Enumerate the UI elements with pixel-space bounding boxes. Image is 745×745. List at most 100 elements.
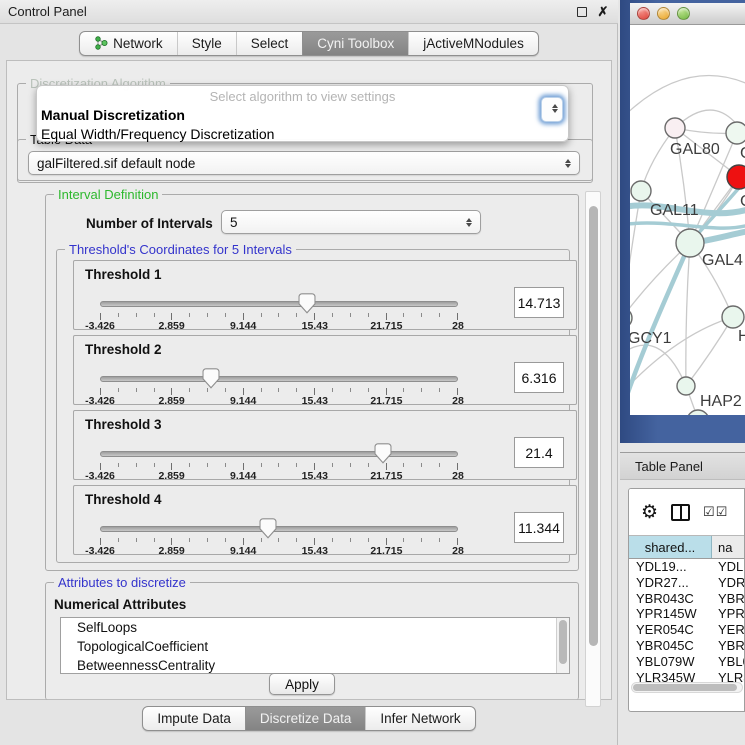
popup-option-manual-discretization[interactable]: Manual Discretization <box>37 106 568 125</box>
threshold-4-slider[interactable]: -3.4262.8599.14415.4321.71528 <box>100 522 458 554</box>
node-gcy1[interactable] <box>630 308 632 328</box>
node-hap2[interactable] <box>677 377 695 395</box>
split-view-icon[interactable] <box>671 504 690 521</box>
node-label-gal80: GAL80 <box>670 141 720 158</box>
node-gal11[interactable] <box>631 181 651 201</box>
threshold-4-block: Threshold 4 -3.4262.8599.14415.4321.7152… <box>73 485 577 555</box>
cell-name[interactable]: YDL1 <box>712 559 744 575</box>
cell-name[interactable]: YBR0 <box>712 591 744 607</box>
apply-button[interactable]: Apply <box>269 673 335 695</box>
threshold-2-value-field[interactable]: 6.316 <box>514 362 564 393</box>
cyni-toolbox-panel: Discretization Algorithm Select algorith… <box>6 60 612 700</box>
slider-thumb[interactable] <box>374 443 391 464</box>
node-red-selected[interactable] <box>727 165 745 189</box>
numerical-attributes-list[interactable]: SelfLoopsTopologicalCoefficientBetweenne… <box>60 617 570 674</box>
node-g[interactable] <box>726 122 745 144</box>
cell-name[interactable]: YBL0 <box>712 654 744 670</box>
close-traffic-light[interactable] <box>637 7 650 20</box>
table-row[interactable]: YER054CYER0 <box>629 622 744 638</box>
tab-discretize-data[interactable]: Discretize Data <box>245 707 366 730</box>
scrollbar-thumb[interactable] <box>633 684 737 691</box>
threshold-label: Threshold 1 <box>85 267 162 282</box>
number-of-intervals-combobox[interactable]: 5 <box>221 210 481 234</box>
panel-vertical-scrollbar[interactable] <box>585 191 601 707</box>
scale-label: 9.144 <box>230 320 256 332</box>
cell-name[interactable]: YDR2 <box>712 575 744 591</box>
slider-track[interactable] <box>100 376 458 382</box>
float-icon <box>577 7 587 17</box>
cell-shared-name[interactable]: YBR043C <box>629 591 712 607</box>
tick-mark <box>439 388 440 392</box>
network-canvas[interactable]: GAL80 G C GAL11 GAL4 GCY1 H HAP2 <box>630 25 745 415</box>
list-vertical-scrollbar[interactable] <box>556 618 569 673</box>
cell-name[interactable]: YER0 <box>712 622 744 638</box>
tab-impute-data[interactable]: Impute Data <box>143 707 245 730</box>
column-header-shared-name[interactable]: shared... <box>629 536 712 558</box>
attribute-list-item[interactable]: BetweennessCentrality <box>61 656 569 674</box>
tick-mark <box>278 538 279 542</box>
column-header-name[interactable]: na <box>712 536 744 558</box>
cell-shared-name[interactable]: YBL079W <box>629 654 712 670</box>
table-row[interactable]: YDL19...YDL1 <box>629 559 744 575</box>
cell-shared-name[interactable]: YDR27... <box>629 575 712 591</box>
tick-mark <box>332 313 333 317</box>
slider-track[interactable] <box>100 301 458 307</box>
attribute-list-item[interactable]: SelfLoops <box>61 618 569 637</box>
tab-select[interactable]: Select <box>236 32 303 55</box>
node-gal4[interactable] <box>676 229 704 257</box>
zoom-traffic-light[interactable] <box>677 7 690 20</box>
scrollbar-thumb[interactable] <box>559 620 567 664</box>
tab-infer-network[interactable]: Infer Network <box>365 707 474 730</box>
threshold-1-slider[interactable]: -3.4262.8599.14415.4321.71528 <box>100 297 458 329</box>
tick-mark <box>100 313 101 320</box>
slider-scale-labels: -3.4262.8599.14415.4321.71528 <box>100 470 458 482</box>
cell-shared-name[interactable]: YBR045C <box>629 638 712 654</box>
table-horizontal-scrollbar[interactable] <box>631 682 743 693</box>
tab-jactivemnodules[interactable]: jActiveMNodules <box>408 32 538 55</box>
slider-thumb[interactable] <box>298 293 315 314</box>
float-window-button[interactable] <box>575 5 589 19</box>
threshold-3-value-field[interactable]: 21.4 <box>514 437 564 468</box>
gear-icon[interactable]: ⚙ <box>641 503 658 522</box>
table-row[interactable]: YBR045CYBR0 <box>629 638 744 654</box>
scale-label: -3.426 <box>85 395 115 407</box>
node-label-h: H <box>738 328 745 345</box>
combo-down-arrow-icon <box>466 223 472 227</box>
threshold-4-value-field[interactable]: 11.344 <box>514 512 564 543</box>
scrollbar-thumb[interactable] <box>589 206 598 646</box>
scale-label: 9.144 <box>230 545 256 557</box>
cell-name[interactable]: YPR1 <box>712 606 744 622</box>
slider-track[interactable] <box>100 451 458 457</box>
minimize-traffic-light[interactable] <box>657 7 670 20</box>
cell-name[interactable]: YBR0 <box>712 638 744 654</box>
algorithm-combo-focus-edge[interactable] <box>541 97 563 122</box>
close-window-button[interactable]: ✗ <box>596 5 610 19</box>
threshold-2-slider[interactable]: -3.4262.8599.14415.4321.71528 <box>100 372 458 404</box>
threshold-1-value-field[interactable]: 14.713 <box>514 287 564 318</box>
cell-shared-name[interactable]: YPR145W <box>629 606 712 622</box>
table-data-combobox[interactable]: galFiltered.sif default node <box>28 151 580 175</box>
threshold-3-slider[interactable]: -3.4262.8599.14415.4321.71528 <box>100 447 458 479</box>
node-h[interactable] <box>722 306 744 328</box>
tab-cyni-toolbox[interactable]: Cyni Toolbox <box>302 32 408 55</box>
cell-shared-name[interactable]: YER054C <box>629 622 712 638</box>
combo-down-arrow-icon <box>565 164 571 168</box>
table-row[interactable]: YBL079WYBL0 <box>629 654 744 670</box>
slider-thumb[interactable] <box>202 368 219 389</box>
tab-style[interactable]: Style <box>177 32 236 55</box>
node-gal80[interactable] <box>665 118 685 138</box>
scale-label: 2.859 <box>158 470 184 482</box>
table-row[interactable]: YDR27...YDR2 <box>629 575 744 591</box>
control-panel-titlebar: Control Panel ✗ <box>0 0 618 24</box>
popup-option-equal-width-frequency[interactable]: Equal Width/Frequency Discretization <box>37 125 568 144</box>
checkbox-icons[interactable]: ☑☑ <box>703 504 728 520</box>
tick-mark <box>171 388 172 395</box>
tab-network[interactable]: Network <box>80 32 177 55</box>
node-bottom[interactable] <box>687 410 709 415</box>
slider-track[interactable] <box>100 526 458 532</box>
table-row[interactable]: YPR145WYPR1 <box>629 606 744 622</box>
slider-thumb[interactable] <box>260 518 277 539</box>
table-row[interactable]: YBR043CYBR0 <box>629 591 744 607</box>
cell-shared-name[interactable]: YDL19... <box>629 559 712 575</box>
attribute-list-item[interactable]: TopologicalCoefficient <box>61 637 569 656</box>
